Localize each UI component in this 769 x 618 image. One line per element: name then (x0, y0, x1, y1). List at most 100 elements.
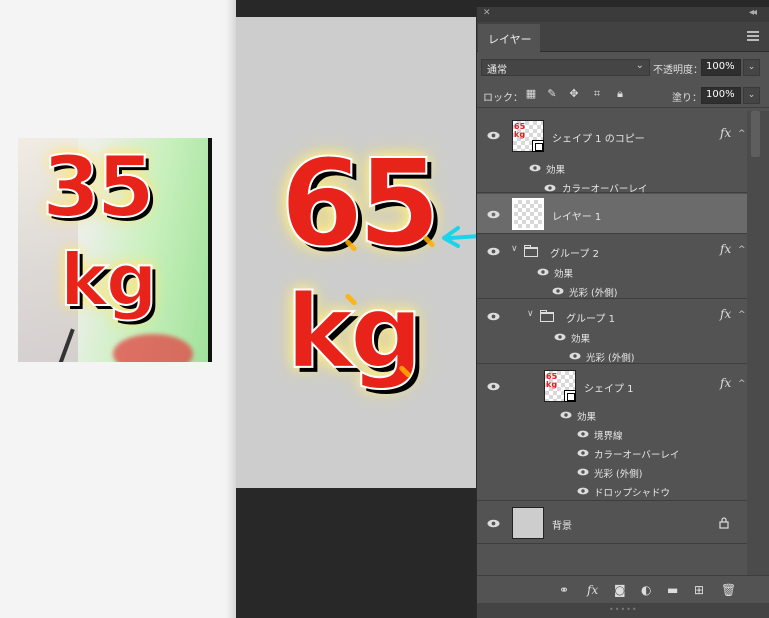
collapse-icon[interactable]: ◂◂ (749, 7, 757, 18)
effect-name: 光彩 (外側) (586, 353, 635, 364)
adjustment-icon[interactable]: ◐ (641, 583, 651, 597)
fx-icon: fx (720, 307, 732, 321)
reference-image: 35 kg (18, 138, 212, 362)
layer-name[interactable]: 背景 (552, 517, 572, 532)
effect-name: カラーオーバーレイ (594, 450, 680, 461)
effects-eye-icon[interactable] (537, 268, 549, 276)
scrollbar-thumb[interactable] (751, 111, 760, 157)
blend-mode-value: 通常 (487, 65, 507, 76)
fx-icon[interactable]: fx (587, 583, 598, 597)
visibility-eye-icon[interactable] (487, 382, 500, 391)
shape-badge-icon (532, 140, 544, 152)
layer-group-row[interactable]: ∨ グループ 1 fx ^ 効果 光彩 (外側) (477, 300, 747, 364)
lock-transparent-pixels-icon[interactable]: ▦ (525, 88, 537, 100)
effects-label: 効果 (577, 412, 597, 423)
effects-eye-icon[interactable] (529, 164, 541, 172)
effects-eye-icon[interactable] (554, 333, 566, 341)
workspace-shadow (226, 0, 236, 618)
blend-mode-select[interactable]: 通常 ⌄ (481, 59, 650, 76)
thumbnail-text: 65 kg (514, 122, 526, 139)
layer-list: 65 kg シェイプ 1 のコピー fx ^ 効果 カラーオーバーレイ レイヤー … (477, 111, 769, 584)
fx-icon: fx (720, 126, 732, 140)
visibility-eye-icon[interactable] (487, 312, 500, 321)
fill-dropdown-button[interactable]: ⌄ (743, 87, 760, 104)
link-icon[interactable]: ⚭ (559, 583, 569, 597)
fill-input[interactable]: 100% (701, 87, 741, 104)
trash-icon[interactable]: 🗑︎ (721, 583, 736, 597)
effect-eye-icon[interactable] (569, 352, 581, 360)
layer-row-selected[interactable]: レイヤー 1 (477, 194, 747, 234)
layer-thumbnail: 65 kg (512, 120, 544, 152)
tab-layers[interactable]: レイヤー (478, 24, 540, 53)
lock-position-icon[interactable]: ✥ (568, 88, 580, 100)
effects-eye-icon[interactable] (560, 411, 572, 419)
blend-row: 通常 ⌄ 不透明度： 100% ⌄ (477, 52, 769, 80)
mask-icon[interactable]: ◙ (614, 583, 626, 597)
panel-footer: ⚭ fx ◙ ◐ ▬ ⊞ 🗑︎ (477, 575, 769, 603)
layer-name[interactable]: レイヤー 1 (552, 208, 601, 223)
folder-icon (540, 310, 554, 322)
folder-icon (524, 245, 538, 257)
panel-tab-bar: レイヤー (477, 22, 769, 53)
effects-label: 効果 (571, 334, 591, 345)
layer-name[interactable]: グループ 2 (550, 245, 599, 260)
lock-row: ロック： ▦ ✎ ✥ ⌗ 🔒︎ 塗り： 100% ⌄ (477, 80, 769, 108)
effects-label: 効果 (546, 165, 566, 176)
disclosure-chevron-icon[interactable]: ∨ (511, 244, 518, 254)
chevron-up-icon[interactable]: ^ (738, 379, 746, 389)
shape-badge-icon (564, 390, 576, 402)
effect-eye-icon[interactable] (577, 487, 589, 495)
opacity-input[interactable]: 100% (701, 59, 741, 76)
chevron-down-icon: ⌄ (635, 60, 644, 71)
fill-label: 塗り： (672, 93, 702, 104)
layers-scrollbar[interactable] (747, 111, 769, 584)
layer-thumbnail (512, 507, 544, 539)
reference-background-red-blob (113, 334, 193, 362)
lock-all-icon[interactable]: 🔒︎ (614, 88, 626, 100)
layer-row[interactable]: 65 kg シェイプ 1 fx ^ 効果 境界線 カラーオーバーレイ 光彩 (外側… (477, 365, 747, 501)
visibility-eye-icon[interactable] (487, 519, 500, 528)
effect-eye-icon[interactable] (544, 184, 556, 192)
reference-number-text: 35 (41, 138, 156, 237)
layer-row[interactable]: 65 kg シェイプ 1 のコピー fx ^ 効果 カラーオーバーレイ (477, 111, 747, 195)
effect-eye-icon[interactable] (577, 449, 589, 457)
opacity-dropdown-button[interactable]: ⌄ (743, 59, 760, 76)
effect-name: 光彩 (外側) (569, 288, 618, 299)
effects-label: 効果 (554, 269, 574, 280)
layer-name[interactable]: シェイプ 1 (584, 380, 634, 395)
layer-thumbnail: 65 kg (544, 370, 576, 402)
document-canvas[interactable]: 65 kg (236, 17, 484, 488)
effect-eye-icon[interactable] (577, 430, 589, 438)
layer-name[interactable]: シェイプ 1 のコピー (552, 130, 645, 145)
disclosure-chevron-icon[interactable]: ∨ (527, 309, 534, 319)
canvas-unit-text: kg (285, 272, 424, 393)
reference-image-edge (208, 138, 212, 362)
panel-menu-icon[interactable] (747, 31, 759, 41)
layer-group-row[interactable]: ∨ グループ 2 fx ^ 効果 光彩 (外側) (477, 235, 747, 299)
layer-name[interactable]: グループ 1 (566, 310, 615, 325)
effect-eye-icon[interactable] (577, 468, 589, 476)
opacity-label: 不透明度： (653, 65, 703, 76)
panel-bottom-bar: ••••• (477, 603, 769, 618)
lock-artboard-icon[interactable]: ⌗ (591, 88, 603, 100)
lock-image-pixels-icon[interactable]: ✎ (546, 88, 558, 100)
visibility-eye-icon[interactable] (487, 131, 500, 140)
close-icon[interactable]: ✕ (483, 8, 491, 18)
resize-grip-icon[interactable]: ••••• (609, 605, 638, 614)
new-layer-icon[interactable]: ⊞ (694, 583, 704, 597)
effect-name: 境界線 (594, 431, 623, 442)
fx-icon: fx (720, 242, 732, 256)
chevron-up-icon[interactable]: ^ (738, 245, 746, 255)
chevron-up-icon[interactable]: ^ (738, 310, 746, 320)
visibility-eye-icon[interactable] (487, 210, 500, 219)
panel-title-bar[interactable]: ✕ ◂◂ (477, 7, 769, 22)
folder-icon[interactable]: ▬ (667, 583, 678, 597)
lock-label: ロック： (483, 93, 523, 104)
fx-icon: fx (720, 376, 732, 390)
visibility-eye-icon[interactable] (487, 247, 500, 256)
background-layer-row[interactable]: 背景 (477, 502, 747, 544)
effect-eye-icon[interactable] (552, 287, 564, 295)
thumbnail-text: 65 kg (546, 372, 558, 389)
chevron-up-icon[interactable]: ^ (738, 129, 746, 139)
reference-unit-text: kg (59, 237, 158, 323)
